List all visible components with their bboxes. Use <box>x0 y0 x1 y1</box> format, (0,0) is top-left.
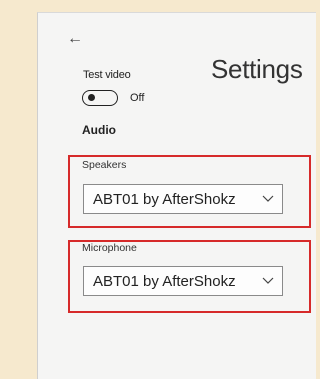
microphone-selected-value: ABT01 by AfterShokz <box>93 273 236 290</box>
test-video-label: Test video <box>83 69 131 81</box>
microphone-dropdown[interactable]: ABT01 by AfterShokz <box>83 266 283 296</box>
toggle-state-label: Off <box>130 92 145 104</box>
chevron-down-icon <box>262 277 274 284</box>
audio-section-heading: Audio <box>82 123 116 137</box>
speakers-selected-value: ABT01 by AfterShokz <box>93 191 236 208</box>
back-arrow-icon[interactable]: ← <box>67 31 83 47</box>
chevron-down-icon <box>262 195 274 202</box>
microphone-label: Microphone <box>82 242 137 254</box>
test-video-toggle[interactable] <box>82 90 118 106</box>
page-title: Settings <box>211 54 303 84</box>
speakers-dropdown[interactable]: ABT01 by AfterShokz <box>83 184 283 214</box>
settings-panel: ← Test video Settings Off Audio Speakers… <box>37 12 316 379</box>
toggle-knob <box>88 94 95 101</box>
speakers-label: Speakers <box>82 159 127 171</box>
